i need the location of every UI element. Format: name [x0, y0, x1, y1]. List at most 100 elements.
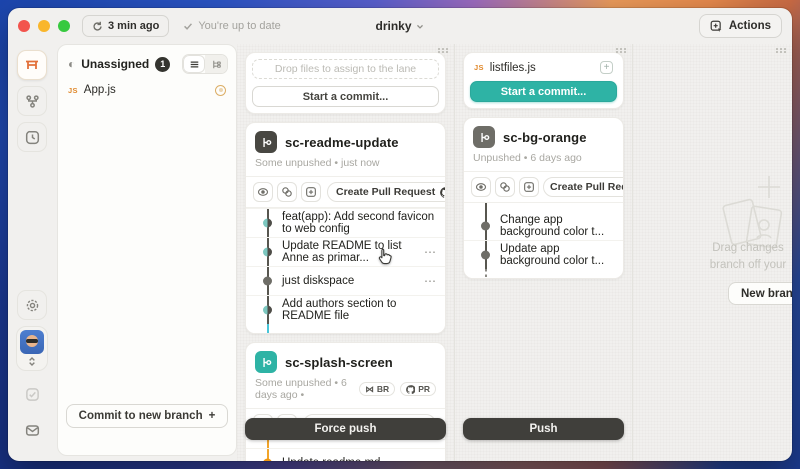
lane1-commit-area: Drop files to assign to the lane Start a…	[245, 52, 446, 114]
mail-icon	[25, 423, 40, 438]
view-toggle	[182, 54, 228, 74]
user-menu[interactable]	[16, 326, 48, 371]
commit-message: feat(app): Add second favicon to web con…	[282, 211, 439, 235]
lane2-start-commit-button[interactable]: Start a commit...	[470, 81, 617, 102]
commit-message: Add authors section to README file	[282, 298, 439, 322]
app-window: 3 min ago You're up to date drinky Actio…	[8, 8, 792, 461]
project-name: drinky	[375, 19, 411, 33]
lane2-commit-area: JS listfiles.js + Start a commit...	[463, 52, 624, 109]
mouse-cursor	[376, 248, 393, 266]
github-icon	[406, 385, 415, 394]
sync-time-label: 3 min ago	[108, 20, 159, 32]
branch-card-sc-splash-screen: sc-splash-screen Some unpushed • 6 days …	[245, 342, 446, 461]
chevron-down-icon	[416, 22, 425, 31]
review-eye-icon-button[interactable]	[253, 182, 273, 202]
updates-icon-button[interactable]	[17, 379, 47, 409]
commit-to-new-branch-button[interactable]: Commit to new branch +	[66, 404, 228, 428]
branch-name: sc-readme-update	[285, 135, 399, 150]
sync-button[interactable]: 3 min ago	[82, 15, 169, 37]
workspace-board: Drop files to assign to the lane Start a…	[237, 44, 792, 461]
commit-row[interactable]: Update README to list Anne as primar... …	[246, 237, 445, 266]
branch-icon	[255, 131, 277, 153]
add-review-icon-button[interactable]	[301, 182, 321, 202]
commit-message: Update app background color t...	[500, 243, 617, 267]
up-to-date-label: You're up to date	[198, 20, 280, 32]
bowtie-icon: ⋈	[365, 384, 374, 395]
list-view-toggle[interactable]	[183, 55, 205, 73]
lane-sc-readme-update: Drop files to assign to the lane Start a…	[237, 44, 455, 461]
branch-icon	[473, 126, 495, 148]
minimize-window-button[interactable]	[38, 20, 50, 32]
pull-request-badge[interactable]: PR	[400, 382, 436, 396]
file-name: listfiles.js	[490, 62, 536, 74]
create-pull-request-button[interactable]: Create Pull Req...	[543, 177, 624, 197]
commit-dot	[263, 248, 272, 257]
graph-tail	[464, 269, 623, 278]
compare-icon-button[interactable]	[495, 177, 515, 197]
tree-view-toggle[interactable]	[205, 55, 227, 73]
push-button[interactable]: Push	[463, 418, 624, 440]
branch-meta: Unpushed • 6 days ago	[473, 152, 614, 164]
desktop-wallpaper: 3 min ago You're up to date drinky Actio…	[0, 0, 800, 469]
commit-dot	[481, 251, 490, 260]
lane-drag-handle[interactable]	[776, 48, 787, 53]
commit-row[interactable]: Add authors section to README file	[246, 295, 445, 324]
commit-message: Update readme.md	[282, 457, 380, 461]
commit-message: Change app background color t...	[500, 214, 617, 238]
refresh-icon	[92, 21, 103, 32]
avatar	[20, 330, 44, 354]
commit-menu-icon[interactable]: ⋯	[422, 245, 439, 259]
plus-icon: +	[209, 410, 216, 422]
commit-menu-icon[interactable]: ⋯	[422, 274, 439, 288]
commit-dot	[263, 459, 272, 462]
branch-header[interactable]: sc-bg-orange Unpushed • 6 days ago	[464, 118, 623, 171]
butler-review-badge[interactable]: ⋈ BR	[359, 382, 395, 396]
check-icon	[183, 21, 193, 31]
project-switcher[interactable]: drinky	[375, 19, 424, 33]
modified-status-icon	[215, 85, 226, 96]
branch-name: sc-bg-orange	[503, 130, 587, 145]
create-pull-request-button[interactable]: Create Pull Request	[327, 182, 446, 202]
close-window-button[interactable]	[18, 20, 30, 32]
actions-button[interactable]: Actions	[699, 14, 782, 38]
commit-row[interactable]: just diskspace ⋯	[246, 266, 445, 295]
unassigned-file-row[interactable]: JS App.js	[58, 81, 236, 99]
clock-icon	[25, 130, 40, 145]
lane1-start-commit-button[interactable]: Start a commit...	[252, 86, 439, 107]
commit-row[interactable]: Update app background color t...	[464, 240, 623, 269]
commit-row[interactable]: Update readme.md	[246, 448, 445, 461]
lane-drag-handle[interactable]	[438, 48, 449, 53]
lane-drag-handle[interactable]	[616, 48, 627, 53]
file-type-badge: JS	[474, 63, 484, 72]
lane1-dropzone[interactable]: Drop files to assign to the lane	[252, 59, 439, 79]
unassigned-panel: ◐ Unassigned 1 JS App.js Commit to new b…	[57, 44, 237, 456]
settings-button[interactable]	[17, 290, 47, 320]
new-branch-button[interactable]: New branch	[728, 282, 792, 305]
branches-icon	[25, 94, 40, 109]
zoom-window-button[interactable]	[58, 20, 70, 32]
workspace-view-button[interactable]	[17, 50, 47, 80]
branch-header[interactable]: sc-splash-screen Some unpushed • 6 days …	[246, 343, 445, 408]
workspace-icon	[24, 57, 40, 73]
branch-toolbar: Create Pull Request ⋯	[246, 176, 445, 208]
branch-card-sc-readme-update: sc-readme-update Some unpushed • just no…	[245, 122, 446, 334]
titlebar: 3 min ago You're up to date drinky Actio…	[8, 8, 792, 44]
compare-icon-button[interactable]	[277, 182, 297, 202]
actions-label: Actions	[729, 20, 771, 32]
force-push-button[interactable]: Force push	[245, 418, 446, 440]
commit-message: Update README to list Anne as primar...	[282, 240, 422, 264]
commit-row[interactable]: Change app background color t...	[464, 211, 623, 240]
branch-meta: Some unpushed • just now	[255, 157, 436, 169]
unassigned-title: Unassigned	[81, 57, 149, 71]
graph-lead	[246, 440, 445, 448]
history-view-button[interactable]	[17, 122, 47, 152]
branch-header[interactable]: sc-readme-update Some unpushed • just no…	[246, 123, 445, 176]
gear-icon	[25, 298, 40, 313]
feedback-button[interactable]	[17, 415, 47, 445]
review-eye-icon-button[interactable]	[471, 177, 491, 197]
add-review-icon-button[interactable]	[519, 177, 539, 197]
branches-view-button[interactable]	[17, 86, 47, 116]
assigned-file-row[interactable]: JS listfiles.js +	[470, 59, 617, 81]
file-name: App.js	[84, 84, 116, 96]
commit-row[interactable]: feat(app): Add second favicon to web con…	[246, 208, 445, 237]
